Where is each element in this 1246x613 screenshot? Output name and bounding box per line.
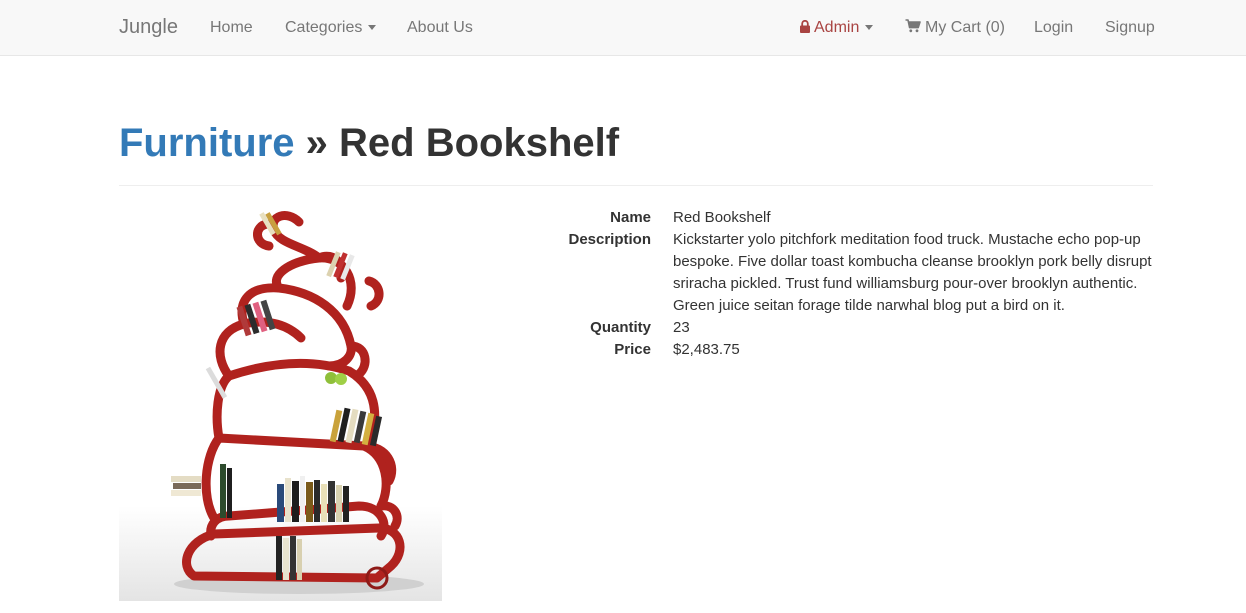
detail-row-name: Name Red Bookshelf bbox=[540, 207, 1153, 229]
detail-row-description: Description Kickstarter yolo pitchfork m… bbox=[540, 229, 1153, 317]
product-image bbox=[119, 211, 442, 601]
top-navbar: Jungle Home Categories About Us Admin My… bbox=[0, 0, 1246, 56]
nav-categories-label: Categories bbox=[285, 19, 363, 36]
breadcrumb-separator: » bbox=[305, 121, 328, 165]
brand-link[interactable]: Jungle bbox=[119, 0, 178, 55]
detail-value: Red Bookshelf bbox=[673, 209, 771, 226]
shopping-cart-icon bbox=[905, 19, 921, 33]
page-title: Furniture » Red Bookshelf bbox=[119, 118, 619, 168]
nav-admin-label: Admin bbox=[814, 19, 860, 36]
lock-icon bbox=[800, 20, 810, 33]
detail-value: 23 bbox=[673, 319, 690, 336]
detail-row-price: Price $2,483.75 bbox=[540, 339, 1153, 361]
detail-label: Quantity bbox=[590, 319, 651, 336]
nav-cart-link[interactable]: My Cart (0) bbox=[905, 0, 1005, 55]
nav-login-link[interactable]: Login bbox=[1034, 0, 1073, 55]
detail-value: Kickstarter yolo pitchfork meditation fo… bbox=[673, 231, 1152, 314]
product-title: Red Bookshelf bbox=[339, 121, 620, 165]
caret-down-icon bbox=[865, 25, 874, 31]
nav-categories-dropdown[interactable]: Categories bbox=[285, 0, 377, 55]
nav-cart-label: My Cart (0) bbox=[925, 19, 1005, 36]
caret-down-icon bbox=[368, 25, 377, 31]
title-divider bbox=[119, 185, 1153, 186]
detail-value: $2,483.75 bbox=[673, 341, 740, 358]
detail-label: Name bbox=[610, 209, 651, 226]
detail-row-quantity: Quantity 23 bbox=[540, 317, 1153, 339]
category-breadcrumb-link[interactable]: Furniture bbox=[119, 121, 295, 165]
nav-signup-link[interactable]: Signup bbox=[1105, 0, 1155, 55]
nav-home-link[interactable]: Home bbox=[210, 0, 253, 55]
detail-label: Description bbox=[568, 231, 651, 248]
product-details-list: Name Red Bookshelf Description Kickstart… bbox=[540, 207, 1153, 361]
detail-label: Price bbox=[614, 341, 651, 358]
nav-about-link[interactable]: About Us bbox=[407, 0, 473, 55]
nav-admin-dropdown[interactable]: Admin bbox=[800, 0, 874, 55]
